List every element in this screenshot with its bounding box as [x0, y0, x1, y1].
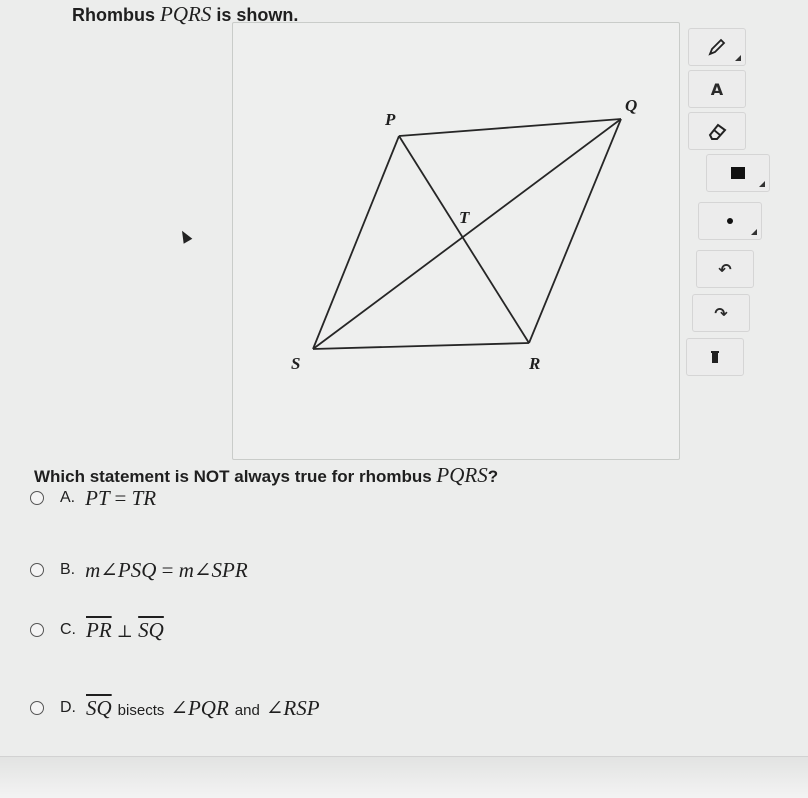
side-rs — [312, 342, 530, 350]
choice-d-angle-1: ∠PQR — [170, 695, 229, 720]
redo-icon: ↷ — [714, 303, 728, 323]
vertex-label-q: Q — [625, 96, 637, 115]
choice-a-letter: A. — [60, 489, 76, 506]
choice-a-right: TR — [131, 485, 157, 510]
eraser-icon — [708, 123, 727, 140]
vertex-label-s: S — [291, 354, 300, 373]
prompt-rhombus-name: PQRS — [436, 463, 488, 487]
choice-d-expression: SQ bisects ∠PQR and ∠RSP — [86, 696, 320, 721]
choice-b-letter: B. — [60, 561, 76, 578]
choice-a-left: PT — [85, 485, 110, 510]
vertex-label-p: P — [384, 110, 396, 129]
undo-button[interactable]: ↶ — [696, 250, 754, 288]
text-tool-button[interactable]: A — [688, 70, 746, 108]
choice-d-bisects-word: bisects — [117, 701, 165, 719]
choice-b-left: m∠PSQ — [85, 557, 157, 582]
rhombus-figure: P Q R S T — [291, 96, 637, 373]
choice-a-radio[interactable] — [30, 491, 44, 505]
choice-c-operator: ⊥ — [116, 621, 133, 641]
pen-size-button[interactable] — [698, 202, 762, 240]
side-pq — [398, 118, 622, 137]
choice-b-radio[interactable] — [30, 563, 44, 577]
choice-b-right: m∠SPR — [178, 557, 248, 582]
redo-button[interactable]: ↷ — [692, 294, 750, 332]
diagonal-pr — [398, 135, 530, 344]
prompt-question-mark: ? — [487, 467, 499, 486]
choice-c-expression: PR ⊥ SQ — [86, 618, 164, 643]
choice-b[interactable]: B. m∠PSQ = m∠SPR — [30, 552, 248, 588]
header-prefix: Rhombus — [72, 5, 155, 25]
choice-d-angle-2: ∠RSP — [265, 695, 320, 720]
vertex-label-t: T — [459, 208, 470, 227]
color-picker-button[interactable] — [706, 154, 770, 192]
choice-c-left-segment: PR — [86, 617, 112, 642]
choice-a[interactable]: A. PT = TR — [30, 480, 156, 516]
vertex-label-r: R — [528, 354, 540, 373]
trash-icon — [711, 351, 719, 363]
choice-d-segment: SQ — [86, 695, 112, 720]
mouse-pointer-icon — [177, 228, 193, 244]
choice-a-operator: = — [114, 485, 127, 510]
pencil-icon — [708, 38, 726, 56]
choice-b-expression: m∠PSQ = m∠SPR — [85, 558, 248, 583]
eraser-tool-button[interactable] — [688, 112, 746, 150]
drawing-toolbar: A ↶ ↷ — [686, 28, 784, 376]
choice-b-operator: = — [161, 557, 174, 582]
choice-d[interactable]: D. SQ bisects ∠PQR and ∠RSP — [30, 690, 320, 726]
choice-c-radio[interactable] — [30, 623, 44, 637]
choice-d-radio[interactable] — [30, 701, 44, 715]
choice-d-and-word: and — [234, 701, 260, 719]
bottom-panel — [0, 756, 808, 798]
choice-c-letter: C. — [60, 621, 76, 638]
choice-d-letter: D. — [60, 699, 76, 716]
dot-size-icon — [727, 218, 733, 224]
pencil-tool-button[interactable] — [688, 28, 746, 66]
undo-icon: ↶ — [718, 259, 732, 279]
header-rhombus-name: PQRS — [160, 2, 212, 26]
square-color-icon — [731, 167, 745, 179]
clear-button[interactable] — [686, 338, 744, 376]
figure-canvas[interactable]: P Q R S T — [232, 22, 680, 460]
choice-a-expression: PT = TR — [85, 486, 156, 511]
text-tool-icon: A — [710, 79, 724, 99]
choice-c-right-segment: SQ — [138, 617, 164, 642]
choice-c[interactable]: C. PR ⊥ SQ — [30, 612, 164, 648]
